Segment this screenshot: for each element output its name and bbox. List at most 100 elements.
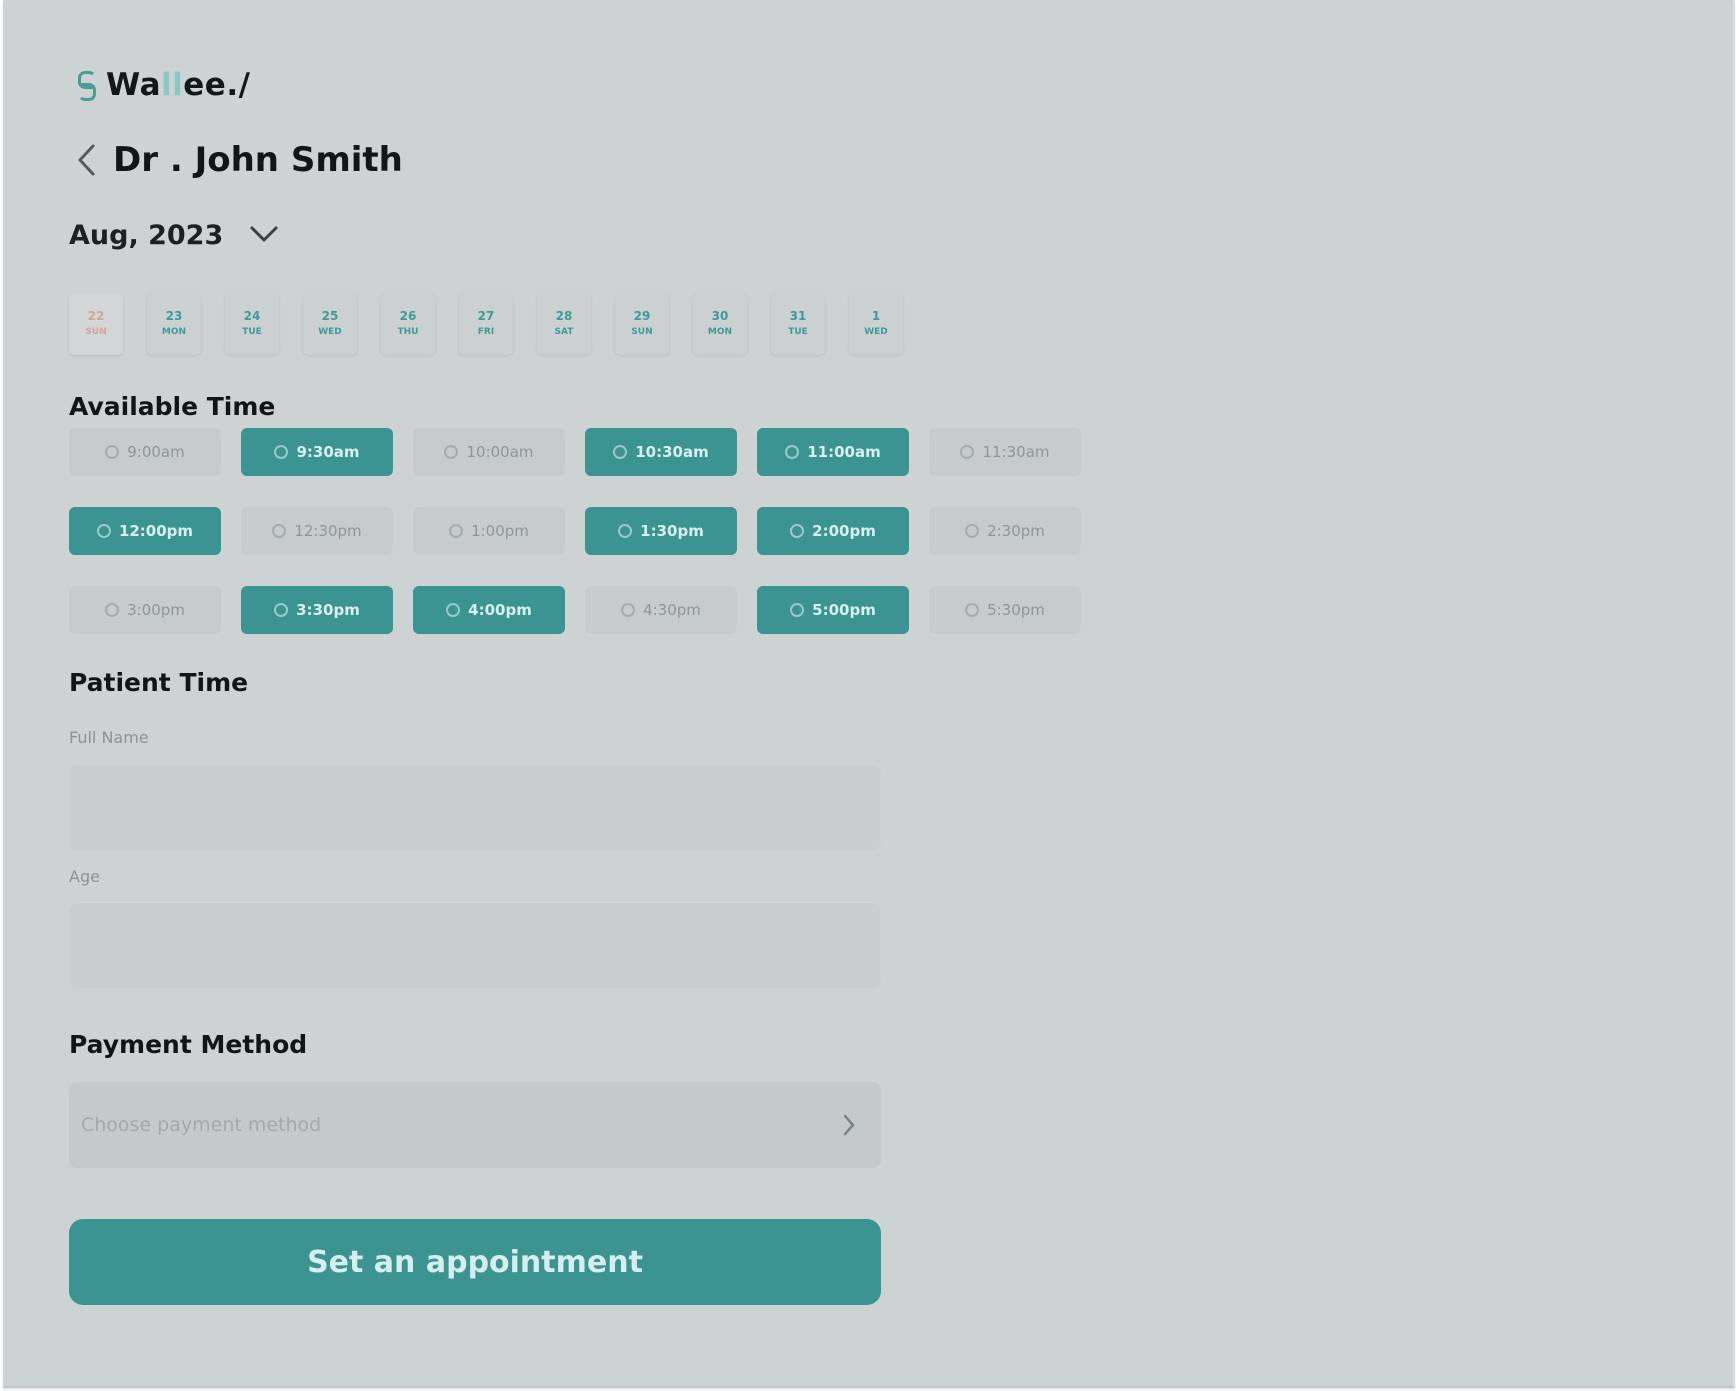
time-slot-label: 1:30pm <box>640 522 704 540</box>
date-card[interactable]: 29 SUN <box>615 293 669 355</box>
time-slot-label: 5:30pm <box>987 601 1045 619</box>
chevron-left-icon[interactable] <box>69 140 103 180</box>
time-slot[interactable]: 12:30pm <box>241 507 393 555</box>
date-weekday: TUE <box>242 327 262 337</box>
date-card[interactable]: 1 WED <box>849 293 903 355</box>
doctor-header: Dr . John Smith <box>69 140 403 180</box>
month-label: Aug, 2023 <box>69 220 224 251</box>
time-slot[interactable]: 2:30pm <box>929 507 1081 555</box>
time-slot[interactable]: 11:00am <box>757 428 909 476</box>
time-slot[interactable]: 12:00pm <box>69 507 221 555</box>
date-number: 28 <box>555 309 573 323</box>
time-slot-label: 4:30pm <box>643 601 701 619</box>
date-weekday: WED <box>864 327 888 337</box>
app-frame: Wallee./ Dr . John Smith Aug, 2023 22 SUN… <box>3 0 1735 1388</box>
date-card[interactable]: 30 MON <box>693 293 747 355</box>
date-number: 31 <box>789 309 807 323</box>
clock-icon <box>272 524 287 538</box>
date-weekday: WED <box>318 327 342 337</box>
time-slot[interactable]: 2:00pm <box>757 507 909 555</box>
date-weekday: SUN <box>631 327 653 337</box>
time-slot-label: 2:00pm <box>812 522 876 540</box>
date-card: 22 SUN <box>69 293 123 355</box>
time-slot-grid: 9:00am 9:30am 10:00am 10:30am 11:00am 11:30am… <box>69 428 1081 634</box>
time-slot-label: 12:30pm <box>294 522 362 540</box>
date-number: 30 <box>711 309 729 323</box>
date-weekday: MON <box>707 327 733 337</box>
age-label: Age <box>69 867 100 886</box>
time-slot[interactable]: 10:00am <box>413 428 565 476</box>
date-card[interactable]: 24 TUE <box>225 293 279 355</box>
clock-icon <box>449 524 464 538</box>
full-name-field[interactable] <box>69 764 881 850</box>
clock-icon <box>790 524 805 538</box>
age-field[interactable] <box>69 902 881 988</box>
brand-name: Wallee./ <box>106 67 251 103</box>
patient-section-title: Patient Time <box>69 668 249 697</box>
month-selector[interactable]: Aug, 2023 <box>69 220 279 251</box>
time-slot[interactable]: 1:30pm <box>585 507 737 555</box>
clock-icon <box>446 603 461 617</box>
time-slot[interactable]: 4:30pm <box>585 586 737 634</box>
date-card[interactable]: 26 THU <box>381 293 435 355</box>
payment-method-title: Payment Method <box>69 1030 308 1059</box>
chevron-right-icon <box>829 1113 869 1137</box>
clock-icon <box>444 445 459 459</box>
clock-icon <box>621 603 636 617</box>
time-slot[interactable]: 5:30pm <box>929 586 1081 634</box>
brand-logo-icon <box>76 69 96 101</box>
clock-icon <box>274 445 289 459</box>
time-slot-label: 3:30pm <box>296 601 360 619</box>
time-slot[interactable]: 5:00pm <box>757 586 909 634</box>
doctor-name: Dr . John Smith <box>113 140 403 180</box>
date-number: 22 <box>87 309 105 323</box>
brand-logo[interactable]: Wallee./ <box>76 67 250 103</box>
time-slot-label: 10:00am <box>466 443 534 461</box>
date-number: 26 <box>399 309 417 323</box>
date-number: 27 <box>477 309 495 323</box>
set-appointment-button[interactable]: Set an appointment <box>69 1219 881 1305</box>
time-slot-label: 9:00am <box>127 443 185 461</box>
clock-icon <box>965 524 980 538</box>
time-slot[interactable]: 3:00pm <box>69 586 221 634</box>
time-slot-label: 12:00pm <box>118 522 194 540</box>
clock-icon <box>965 603 980 617</box>
date-number: 25 <box>321 309 339 323</box>
time-slot-label: 3:00pm <box>127 601 185 619</box>
time-slot-label: 10:30am <box>635 443 709 461</box>
date-weekday: SAT <box>554 327 574 337</box>
date-card[interactable]: 28 SAT <box>537 293 591 355</box>
time-slot[interactable]: 9:00am <box>69 428 221 476</box>
time-slot[interactable]: 3:30pm <box>241 586 393 634</box>
time-slot-label: 11:30am <box>982 443 1050 461</box>
full-name-label: Full Name <box>69 728 149 747</box>
date-card[interactable]: 23 MON <box>147 293 201 355</box>
clock-icon <box>105 445 120 459</box>
date-card[interactable]: 25 WED <box>303 293 357 355</box>
date-number: 29 <box>633 309 651 323</box>
time-slot[interactable]: 10:30am <box>585 428 737 476</box>
time-slot-label: 2:30pm <box>987 522 1045 540</box>
clock-icon <box>613 445 628 459</box>
date-weekday: THU <box>397 327 419 337</box>
time-slot-label: 5:00pm <box>812 601 876 619</box>
time-slot-label: 4:00pm <box>468 601 532 619</box>
date-number: 1 <box>871 309 881 323</box>
clock-icon <box>618 524 633 538</box>
date-number: 24 <box>243 309 261 323</box>
date-card[interactable]: 27 FRI <box>459 293 513 355</box>
time-slot[interactable]: 1:00pm <box>413 507 565 555</box>
time-slot[interactable]: 9:30am <box>241 428 393 476</box>
date-card[interactable]: 31 TUE <box>771 293 825 355</box>
clock-icon <box>105 603 120 617</box>
payment-method-placeholder: Choose payment method <box>81 1114 322 1136</box>
clock-icon <box>785 445 800 459</box>
date-weekday: FRI <box>477 327 495 337</box>
payment-method-select[interactable]: Choose payment method <box>69 1082 881 1168</box>
time-slot[interactable]: 4:00pm <box>413 586 565 634</box>
date-weekday: TUE <box>788 327 808 337</box>
time-slot[interactable]: 11:30am <box>929 428 1081 476</box>
date-strip: 22 SUN 23 MON 24 TUE 25 WED 26 THU 27 FRI 28 SAT 29 SUN… <box>69 293 903 355</box>
clock-icon <box>96 524 111 538</box>
date-number: 23 <box>165 309 183 323</box>
